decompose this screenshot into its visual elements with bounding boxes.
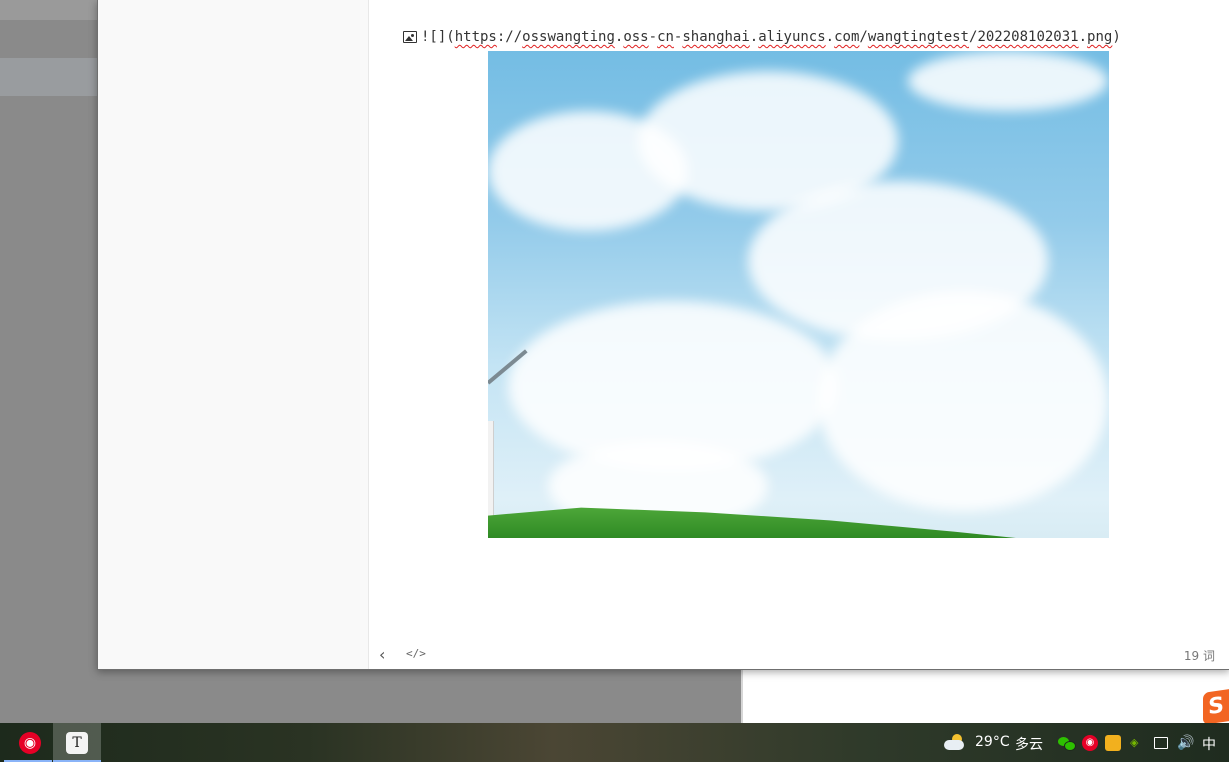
typora-icon: T [66, 732, 88, 754]
url-separator: / [969, 29, 978, 45]
url-segment: wangtingtest [867, 29, 969, 45]
network-icon[interactable] [1154, 737, 1168, 749]
taskbar: ◉ T 29°C 多云 ◉ ◈ 🔊 中 [0, 723, 1229, 762]
url-separator: . [825, 29, 835, 45]
source-mode-button[interactable]: </> [406, 647, 426, 660]
url-separator: / [859, 29, 868, 45]
url-separator: - [673, 29, 683, 45]
url-segment: png [1087, 29, 1113, 45]
embedded-sky-image[interactable] [488, 51, 1109, 538]
toggle-sidebar-button[interactable]: ‹ [379, 645, 385, 664]
weather-condition[interactable]: 多云 [1015, 734, 1043, 754]
markdown-suffix: ) [1112, 29, 1121, 45]
taskbar-typora[interactable]: T [53, 723, 101, 762]
desktop-selected-strip [0, 58, 98, 96]
url-separator: :// [496, 29, 523, 45]
nvidia-icon[interactable]: ◈ [1130, 735, 1146, 751]
grass-hill [488, 507, 1016, 538]
background-window [741, 669, 1229, 723]
netease-music-icon: ◉ [19, 732, 41, 754]
netease-tray-icon[interactable]: ◉ [1082, 735, 1098, 751]
cloud [908, 51, 1108, 111]
sogou-ime-icon[interactable]: S [1203, 689, 1229, 725]
url-separator: . [614, 29, 624, 45]
desktop-strip [0, 0, 98, 20]
taskbar-netease-music[interactable]: ◉ [4, 723, 52, 762]
typora-window: ![]( https :// osswangting . oss - cn - … [97, 0, 1229, 670]
image-markdown-line[interactable]: ![]( https :// osswangting . oss - cn - … [403, 27, 1121, 47]
url-separator: . [749, 29, 759, 45]
markdown-prefix: ![]( [421, 29, 455, 45]
url-segment: osswangting [522, 29, 615, 45]
image-icon [403, 31, 417, 43]
editor-area[interactable]: ![]( https :// osswangting . oss - cn - … [369, 0, 1229, 638]
wechat-icon[interactable] [1058, 735, 1076, 751]
url-segment: cn [657, 29, 674, 45]
url-separator: . [1078, 29, 1088, 45]
cloud [818, 291, 1108, 511]
file-sidebar [98, 0, 369, 669]
ime-mode-indicator[interactable]: 中 [1202, 734, 1216, 754]
url-segment: shanghai [682, 29, 750, 45]
status-bar: ‹ </> 19 词 [369, 638, 1229, 669]
url-segment: aliyuncs [758, 29, 826, 45]
url-separator: - [648, 29, 658, 45]
temperature[interactable]: 29°C [975, 734, 1010, 750]
volume-icon[interactable]: 🔊 [1177, 735, 1194, 751]
weather-icon[interactable] [944, 734, 966, 750]
word-count[interactable]: 19 词 [1184, 647, 1215, 664]
url-segment: oss [623, 29, 649, 45]
url-segment: 202208102031 [977, 29, 1079, 45]
url-segment: https [454, 29, 497, 45]
url-segment: com [834, 29, 860, 45]
game-tray-icon[interactable] [1105, 735, 1121, 751]
